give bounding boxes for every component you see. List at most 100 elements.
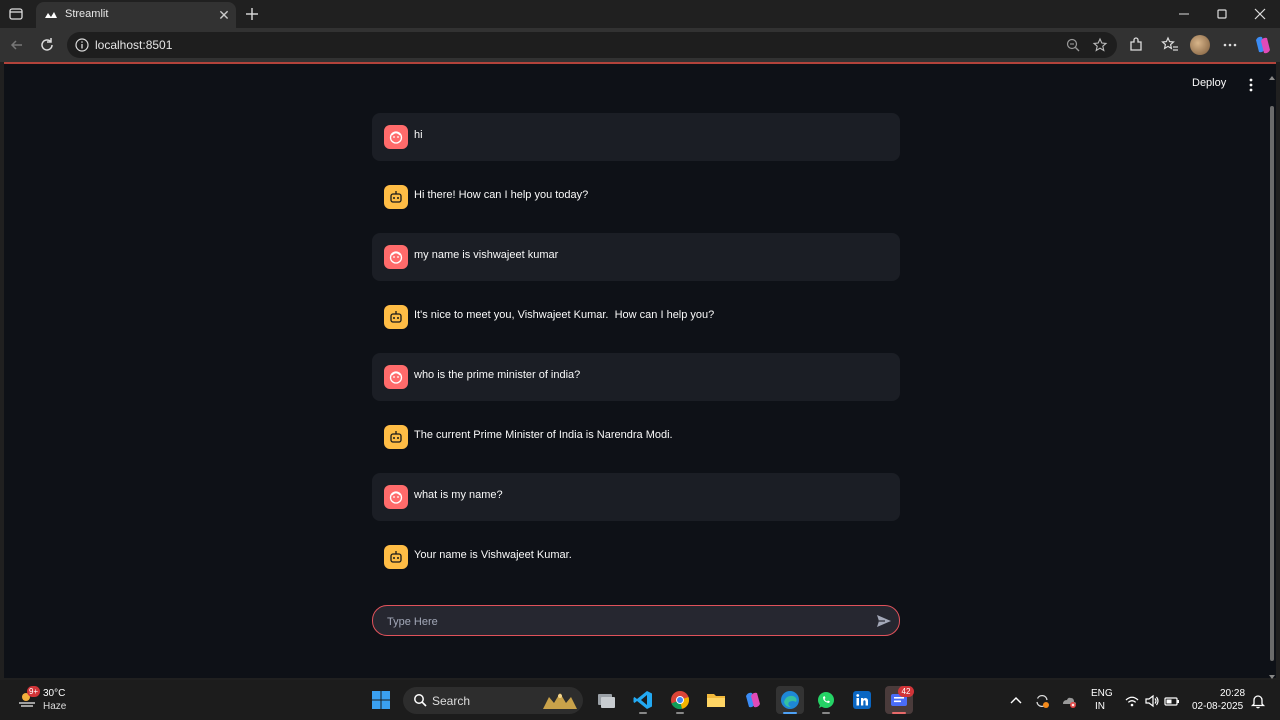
close-window-icon[interactable]	[1250, 4, 1270, 24]
sync-icon[interactable]	[1034, 693, 1050, 709]
taskbar-copilot[interactable]	[739, 686, 767, 714]
zoom-icon[interactable]	[1065, 37, 1081, 53]
taskbar-linkedin[interactable]	[848, 686, 876, 714]
message-text: what is my name?	[414, 489, 503, 501]
language-indicator-secondary[interactable]: IN	[1095, 701, 1105, 712]
assistant-avatar	[384, 305, 408, 329]
taskbar-file-explorer[interactable]	[702, 686, 730, 714]
scroll-down-icon[interactable]	[1269, 667, 1275, 679]
user-face-icon	[389, 131, 403, 144]
new-tab-icon[interactable]	[242, 4, 262, 24]
chat-message-user: who is the prime minister of india?	[372, 353, 900, 401]
chat-input-container	[372, 605, 900, 636]
taskbar-whatsapp[interactable]	[812, 686, 840, 714]
user-avatar	[384, 125, 408, 149]
site-info-icon[interactable]	[74, 37, 90, 53]
running-indicator	[822, 712, 830, 714]
clock-time[interactable]: 20:28	[1220, 688, 1245, 699]
folder-icon	[707, 694, 725, 707]
more-menu-icon[interactable]	[1220, 35, 1240, 55]
tab-title: Streamlit	[65, 8, 109, 20]
back-icon[interactable]	[7, 35, 27, 55]
scroll-up-icon[interactable]	[1269, 68, 1275, 80]
assistant-avatar	[384, 185, 408, 209]
battery-icon[interactable]	[1164, 693, 1180, 709]
message-text: It's nice to meet you, Vishwajeet Kumar.…	[414, 309, 715, 321]
profile-avatar[interactable]	[1190, 35, 1210, 55]
taskbar-edge[interactable]	[776, 686, 804, 714]
message-text: Your name is Vishwajeet Kumar.	[414, 549, 572, 561]
deploy-button[interactable]: Deploy	[1192, 77, 1226, 89]
linkedin-icon	[853, 691, 871, 709]
running-indicator	[892, 712, 906, 714]
clock-date[interactable]: 02-08-2025	[1192, 701, 1243, 712]
tab-close-icon[interactable]: ✕	[216, 7, 232, 23]
robot-icon	[390, 191, 402, 203]
notifications-bell-icon[interactable]	[1250, 693, 1266, 709]
volume-icon[interactable]	[1144, 693, 1160, 709]
browser-tab-streamlit[interactable]: Streamlit ✕	[36, 2, 236, 28]
task-view-icon	[598, 694, 615, 708]
address-bar[interactable]: localhost:8501	[67, 32, 1117, 58]
main-menu-icon[interactable]	[1246, 77, 1256, 93]
streamlit-favicon-icon	[44, 8, 58, 22]
chat-message-user: hi	[372, 113, 900, 161]
minimize-icon[interactable]	[1174, 4, 1194, 24]
message-text: hi	[414, 129, 423, 141]
user-avatar	[384, 365, 408, 389]
edge-icon	[781, 691, 799, 709]
message-text: who is the prime minister of india?	[414, 369, 581, 381]
chrome-icon	[671, 691, 690, 710]
send-icon[interactable]	[875, 612, 893, 630]
show-hidden-icons-chevron-icon[interactable]	[1008, 693, 1024, 709]
chat-message-assistant: The current Prime Minister of India is N…	[372, 413, 900, 461]
chat-message-assistant: Hi there! How can I help you today?	[372, 173, 900, 221]
robot-icon	[390, 311, 402, 323]
windows-logo-icon	[372, 691, 390, 709]
chat-input[interactable]	[385, 612, 869, 632]
weather-condition[interactable]: Haze	[43, 701, 66, 712]
message-text: my name is vishwajeet kumar	[414, 249, 559, 261]
user-face-icon	[389, 251, 403, 264]
user-avatar	[384, 485, 408, 509]
onedrive-error-icon[interactable]	[1061, 693, 1077, 709]
wifi-icon[interactable]	[1124, 693, 1140, 709]
tab-actions-icon[interactable]	[8, 6, 24, 22]
message-text: Hi there! How can I help you today?	[414, 189, 589, 201]
chat-message-user: my name is vishwajeet kumar	[372, 233, 900, 281]
search-icon	[413, 693, 427, 707]
taskbar-chrome[interactable]	[666, 686, 694, 714]
streamlit-app: Deploy hi Hi there! How can I help you t…	[4, 64, 1276, 679]
search-highlight-icon	[541, 691, 579, 710]
favorite-star-icon[interactable]	[1092, 37, 1108, 53]
task-view-button[interactable]	[592, 686, 620, 714]
reload-icon[interactable]	[37, 35, 57, 55]
taskbar-vscode[interactable]	[629, 686, 657, 714]
running-indicator	[676, 712, 684, 714]
browser-tab-bar: Streamlit ✕	[0, 0, 1280, 28]
start-button[interactable]	[367, 686, 395, 714]
whatsapp-icon	[818, 692, 834, 708]
scrollbar-thumb[interactable]	[1270, 106, 1274, 661]
taskbar-search[interactable]: Search	[403, 687, 583, 714]
running-indicator	[783, 712, 797, 714]
user-avatar	[384, 245, 408, 269]
language-indicator-primary[interactable]: ENG	[1091, 688, 1113, 699]
robot-icon	[390, 431, 402, 443]
extensions-icon[interactable]	[1126, 35, 1146, 55]
user-face-icon	[389, 491, 403, 504]
browser-toolbar: localhost:8501	[0, 28, 1280, 62]
copilot-icon	[746, 692, 760, 708]
robot-icon	[390, 551, 402, 563]
assistant-avatar	[384, 425, 408, 449]
user-face-icon	[389, 371, 403, 384]
vscode-icon	[633, 691, 652, 709]
chat-message-user: what is my name?	[372, 473, 900, 521]
copilot-icon[interactable]	[1252, 34, 1274, 56]
weather-temperature[interactable]: 30°C	[43, 688, 65, 699]
favorites-icon[interactable]	[1160, 35, 1180, 55]
running-indicator	[639, 712, 647, 714]
windows-taskbar: 9+ 30°C Haze Search ENG IN 20:28 02-08-2…	[0, 680, 1280, 720]
restore-icon[interactable]	[1212, 4, 1232, 24]
message-text: The current Prime Minister of India is N…	[414, 429, 673, 441]
